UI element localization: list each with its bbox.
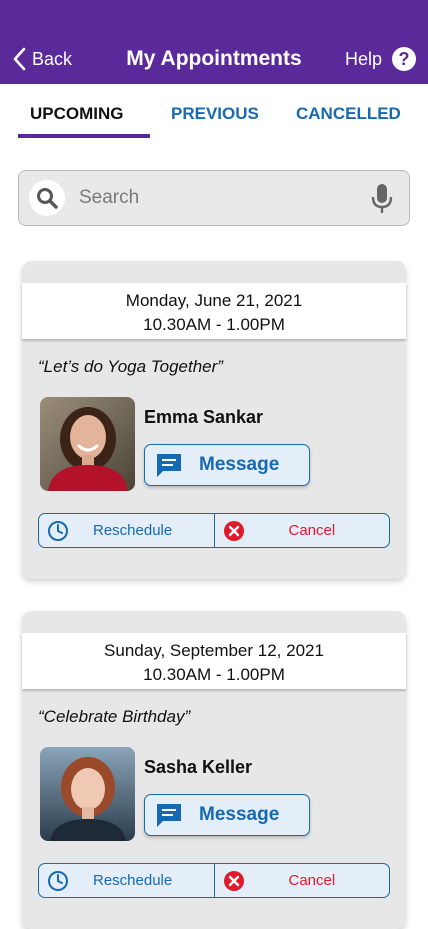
- cancel-button[interactable]: Cancel: [215, 514, 390, 547]
- message-label: Message: [199, 804, 280, 825]
- app-header: Back My Appointments Help ?: [0, 0, 428, 84]
- appointment-actions: Reschedule Cancel: [38, 863, 390, 898]
- tab-previous[interactable]: PREVIOUS: [171, 104, 259, 124]
- cancel-label: Cancel: [288, 872, 336, 889]
- event-title: “Let’s do Yoga Together”: [38, 357, 223, 376]
- cancel-button[interactable]: Cancel: [215, 864, 390, 897]
- chat-bubble-icon: [157, 454, 181, 477]
- chat-bubble-icon: [157, 804, 181, 827]
- help-label: Help: [344, 48, 382, 69]
- reschedule-button[interactable]: Reschedule: [39, 514, 215, 547]
- magnifier-icon[interactable]: [29, 180, 65, 216]
- active-tab-indicator: [18, 134, 150, 138]
- tab-cancelled[interactable]: CANCELLED: [296, 104, 401, 124]
- reschedule-button[interactable]: Reschedule: [39, 864, 215, 897]
- message-button[interactable]: Message: [144, 794, 310, 836]
- clock-icon: [48, 870, 68, 891]
- appointment-actions: Reschedule Cancel: [38, 513, 390, 548]
- tab-upcoming[interactable]: UPCOMING: [30, 104, 124, 124]
- microphone-icon[interactable]: [371, 183, 393, 215]
- x-circle-icon: [223, 520, 244, 541]
- message-button[interactable]: Message: [144, 444, 310, 486]
- appointment-card: Sunday, September 12, 2021 10.30AM - 1.0…: [22, 611, 406, 929]
- reschedule-label: Reschedule: [93, 522, 173, 539]
- person-name: Emma Sankar: [144, 407, 264, 427]
- reschedule-label: Reschedule: [93, 872, 173, 889]
- appointment-datetime: Sunday, September 12, 2021 10.30AM - 1.0…: [22, 633, 406, 689]
- search-bar: [18, 170, 410, 226]
- avatar: [40, 747, 135, 841]
- cancel-label: Cancel: [288, 522, 336, 539]
- avatar: [40, 397, 135, 491]
- tab-bar: UPCOMING PREVIOUS CANCELLED: [0, 84, 428, 140]
- appointment-time: 10.30AM - 1.00PM: [143, 315, 285, 334]
- appointment-datetime: Monday, June 21, 2021 10.30AM - 1.00PM: [22, 283, 406, 339]
- appointment-card: Monday, June 21, 2021 10.30AM - 1.00PM “…: [22, 261, 406, 579]
- message-label: Message: [199, 454, 280, 475]
- help-button[interactable]: Help ?: [345, 47, 416, 71]
- appointment-time: 10.30AM - 1.00PM: [143, 665, 285, 684]
- event-title: “Celebrate Birthday”: [38, 707, 191, 726]
- x-circle-icon: [223, 870, 244, 891]
- search-input[interactable]: [79, 187, 349, 209]
- person-name: Sasha Keller: [144, 757, 253, 777]
- appointment-date: Sunday, September 12, 2021: [104, 641, 324, 660]
- question-circle-icon: ?: [392, 47, 416, 71]
- clock-icon: [48, 520, 68, 541]
- appointment-date: Monday, June 21, 2021: [125, 291, 303, 310]
